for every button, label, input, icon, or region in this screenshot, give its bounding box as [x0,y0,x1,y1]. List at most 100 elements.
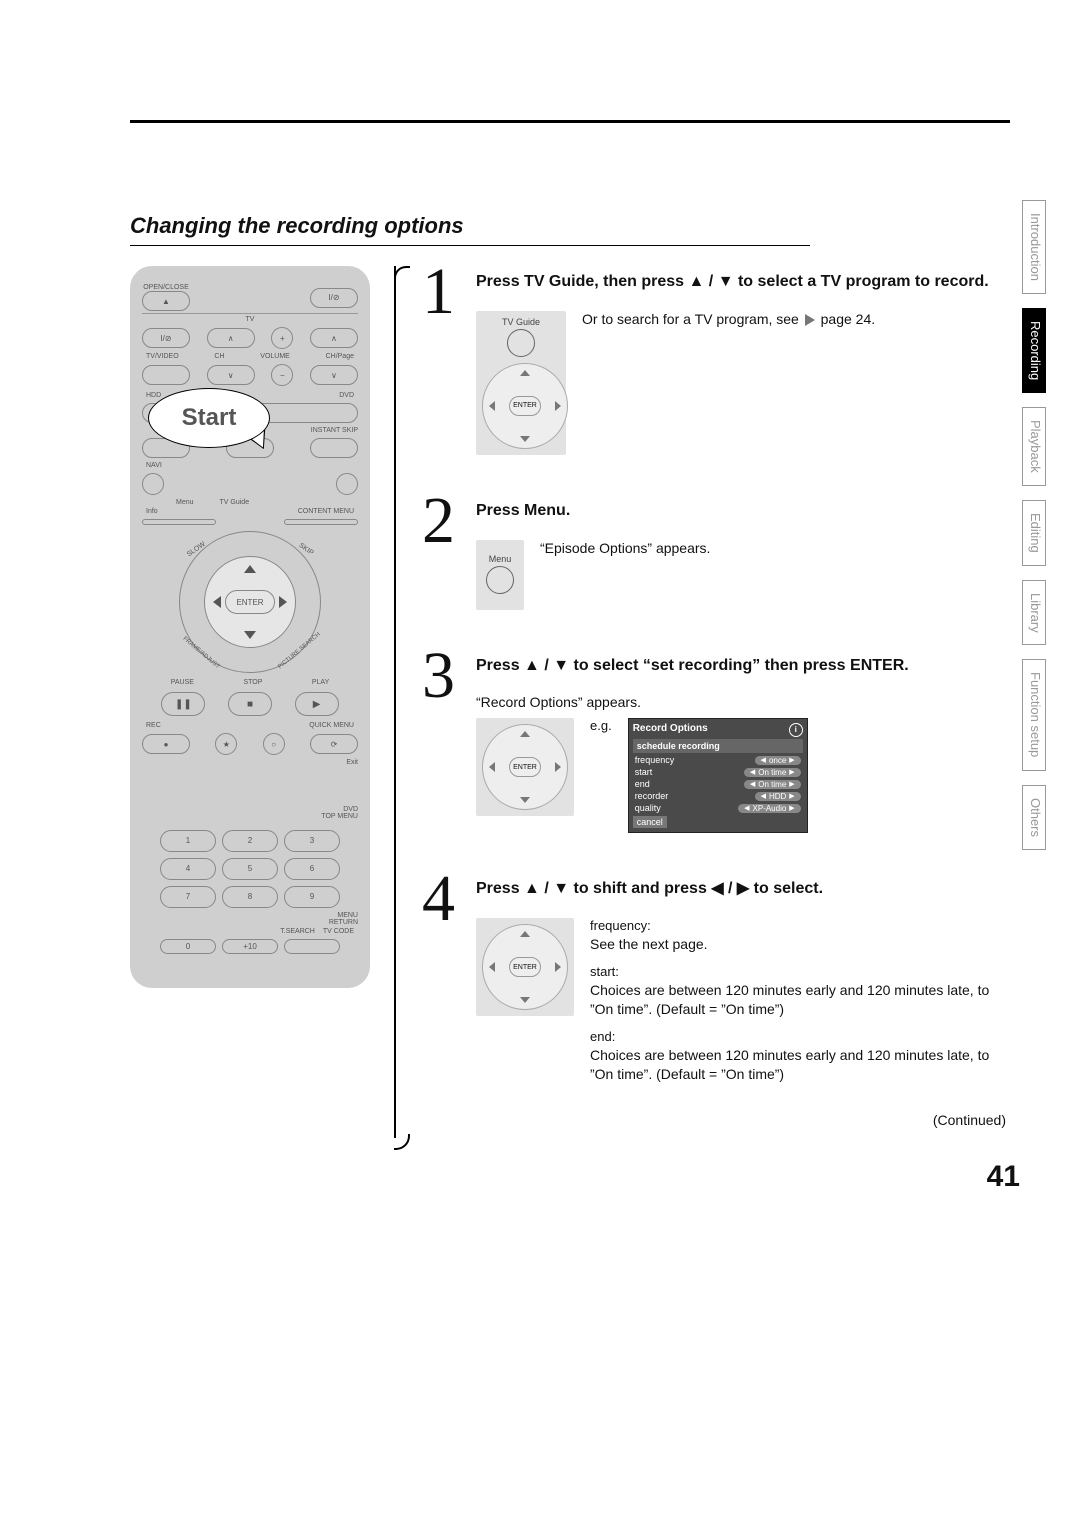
rec-button: ● [142,734,190,754]
skip-label: SKIP [297,542,314,557]
osd-row0-val: once [769,756,786,765]
continued-label: (Continued) [476,1112,1010,1128]
num-0: 0 [160,939,216,954]
step-1-note: Or to search for a TV program, see [582,311,799,327]
page-ref-arrow-icon [805,314,815,326]
mini-dpad-4: ENTER [482,924,568,1010]
dpad-right-icon [279,596,287,608]
step-2: 2 Press Menu. Menu “Episode Options” app… [422,495,1010,610]
tab-introduction[interactable]: Introduction [1022,200,1046,294]
open-close-label: OPEN/CLOSE [142,284,190,291]
step-1-head: Press TV Guide, then press ▲ / ▼ to sele… [476,272,1010,293]
remote-control-illustration: Start OPEN/CLOSE ▲ I/⊘ TV I/⊘ ∧ + ∧ TV/V… [130,266,370,988]
step-3-number: 3 [422,650,462,834]
tv-section-label: TV [142,313,358,323]
dpad: SLOW SKIP FRAME/ADJUST PICTURE SEARCH EN… [179,531,321,673]
end-label: end: [590,1029,1010,1044]
freq-text: See the next page. [590,935,1010,954]
menu-illus-button [486,566,514,594]
power-label: I/⊘ [328,293,339,302]
osd-row2-label: end [635,779,650,789]
page-number: 41 [987,1160,1020,1194]
tab-recording[interactable]: Recording [1022,308,1046,393]
tvguide-label: TV Guide [220,499,250,506]
step-2-note: “Episode Options” appears. [540,540,710,556]
tv-power-label: I/⊘ [160,334,171,343]
ch-label: CH [214,353,224,360]
stop-label: STOP [243,679,262,686]
osd-cancel: cancel [633,816,667,828]
osd-row4-label: quality [635,803,661,813]
play-button: ▶ [295,692,339,716]
step-4-illustration: ENTER [476,918,574,1016]
tsearch-button [284,939,340,954]
content-menu-button [284,519,358,525]
dpad-down-icon [244,631,256,639]
step-4-number: 4 [422,873,462,1127]
slow-label: SLOW [186,541,207,559]
ch-down-button: ∨ [207,365,255,385]
menu-label: Menu [176,499,194,506]
tab-others[interactable]: Others [1022,785,1046,850]
osd-row1-label: start [635,767,653,777]
volume-label: VOLUME [260,353,290,360]
enter-button: ENTER [225,590,275,614]
hdd-label: HDD [146,392,161,399]
pause-button: ❚❚ [161,692,205,716]
content-menu-label: CONTENT MENU [298,508,354,515]
tvvideo-label: TV/VIDEO [146,353,179,360]
step-3-note: “Record Options” appears. [476,694,1010,710]
dpad-left-icon [213,596,221,608]
step-2-btn-label: Menu [486,554,514,564]
top-rule [130,120,1010,123]
info-label: Info [146,508,158,515]
tab-function-setup[interactable]: Function setup [1022,659,1046,770]
dpad-up-icon [244,565,256,573]
start-callout: Start [148,388,270,448]
tsearch-label: T.SEARCH [280,928,315,935]
bookmark-button: ★ [215,733,237,755]
tab-playback[interactable]: Playback [1022,407,1046,486]
rec-label: REC [146,722,161,729]
play-label: PLAY [312,679,329,686]
tv-power-button: I/⊘ [142,328,190,348]
num-8: 8 [222,886,278,908]
step-3: 3 Press ▲ / ▼ to select “set recording” … [422,650,1010,834]
side-tabs: Introduction Recording Playback Editing … [1022,200,1046,850]
osd-row0-label: frequency [635,755,675,765]
tab-library[interactable]: Library [1022,580,1046,646]
record-options-osd: Record Optionsi schedule recording frequ… [628,718,808,833]
quick-menu-button: ⟳ [310,734,358,754]
osd-row2-val: On time [758,780,786,789]
step-1-number: 1 [422,266,462,455]
step-2-illustration: Menu [476,540,524,610]
step-2-number: 2 [422,495,462,610]
vol-minus-button: − [271,364,293,386]
step-2-head: Press Menu. [476,501,1010,522]
stop-rec-button: ○ [263,733,285,755]
step-4-head: Press ▲ / ▼ to shift and press ◀ / ▶ to … [476,879,1010,900]
tvcode-label: TV CODE [323,928,354,935]
menu2-label: MENU [142,912,358,919]
picture-search-label: PICTURE SEARCH [277,632,321,671]
tvguide-illus-button [507,329,535,357]
exit-label: Exit [142,759,358,766]
tab-editing[interactable]: Editing [1022,500,1046,566]
mini-enter-1: ENTER [509,396,541,416]
power-button: I/⊘ [310,288,358,308]
tvguide-button [336,473,358,495]
quick-menu-label: QUICK MENU [309,722,354,729]
osd-subtitle: schedule recording [633,739,803,753]
start-label: start: [590,964,1010,979]
menu-button [142,473,164,495]
step-1: 1 Press TV Guide, then press ▲ / ▼ to se… [422,266,1010,455]
tvvideo-button [142,365,190,385]
step-1-pageref: page 24. [821,311,876,327]
steps-column: 1 Press TV Guide, then press ▲ / ▼ to se… [394,266,1010,1138]
step-3-illustration: ENTER [476,718,574,816]
step-1-btn-label: TV Guide [482,317,560,327]
osd-row3-label: recorder [635,791,669,801]
num-4: 4 [160,858,216,880]
num-2: 2 [222,830,278,852]
num-3: 3 [284,830,340,852]
